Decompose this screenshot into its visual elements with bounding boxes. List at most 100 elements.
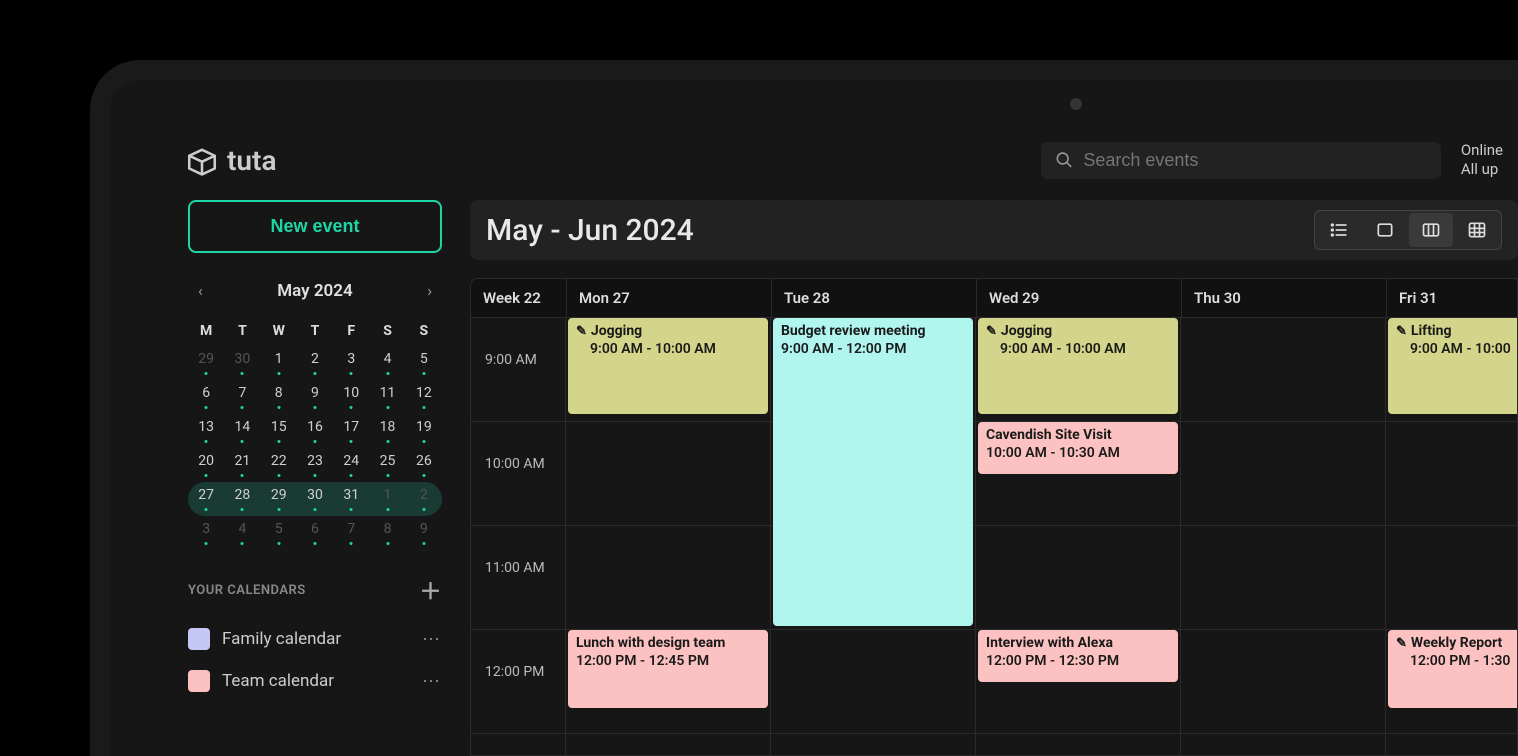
event-time: 9:00 AM - 10:00 AM (986, 341, 1170, 357)
day-header[interactable]: Thu 30 (1181, 279, 1386, 317)
mini-cal-day[interactable]: 14 (224, 414, 260, 448)
day-header[interactable]: Mon 27 (566, 279, 771, 317)
view-month-button[interactable] (1455, 213, 1499, 247)
mini-cal-day[interactable]: 8 (369, 516, 405, 550)
mini-calendar-header: ‹ May 2024 › (188, 277, 442, 304)
day-column[interactable]: Lifting 9:00 AM - 10:00 Weekly Report12:00… (1386, 318, 1518, 755)
day-column[interactable]: Jogging9:00 AM - 10:00 AM Lunch with desi… (566, 318, 771, 755)
mini-cal-day[interactable]: 9 (406, 516, 442, 550)
mini-cal-day[interactable]: 1 (369, 482, 405, 516)
mini-cal-day[interactable]: 27 (188, 482, 224, 516)
day-header[interactable]: Tue 28 (771, 279, 976, 317)
calendar-grid: Week 22 Mon 27Tue 28Wed 29Thu 30Fri 31 9… (470, 278, 1518, 756)
day-header-row: Week 22 Mon 27Tue 28Wed 29Thu 30Fri 31 (471, 279, 1517, 318)
list-icon (1328, 220, 1350, 240)
calendar-list: Family calendar⋯Team calendar⋯ (188, 618, 442, 702)
event-time: 12:00 PM - 12:45 PM (576, 653, 760, 669)
mini-cal-day[interactable]: 2 (297, 346, 333, 380)
search-box[interactable] (1041, 142, 1441, 179)
calendar-event[interactable]: Budget review meeting9:00 AM - 12:00 PM (773, 318, 973, 626)
status-text: Online All up (1461, 141, 1503, 180)
mini-cal-day[interactable]: 26 (406, 448, 442, 482)
mini-cal-day[interactable]: 19 (406, 414, 442, 448)
mini-cal-day[interactable]: 16 (297, 414, 333, 448)
day-column[interactable]: Jogging 9:00 AM - 10:00 AM Cavendish Site … (976, 318, 1181, 755)
mini-cal-day[interactable]: 28 (224, 482, 260, 516)
mini-cal-dow: T (297, 318, 333, 346)
calendar-event[interactable]: Cavendish Site Visit10:00 AM - 10:30 AM (978, 422, 1178, 474)
device-camera (1070, 98, 1082, 110)
mini-cal-day[interactable]: 13 (188, 414, 224, 448)
calendar-item[interactable]: Family calendar⋯ (188, 618, 442, 660)
calendar-event[interactable]: Lifting 9:00 AM - 10:00 (1388, 318, 1518, 414)
mini-cal-day[interactable]: 5 (406, 346, 442, 380)
day-column[interactable] (1181, 318, 1386, 755)
search-input[interactable] (1083, 150, 1427, 171)
mini-cal-day[interactable]: 6 (188, 380, 224, 414)
mini-cal-day[interactable]: 4 (369, 346, 405, 380)
grid-body: 9:00 AM10:00 AM11:00 AM12:00 PM Jogging9… (471, 318, 1517, 755)
mini-cal-day[interactable]: 2 (406, 482, 442, 516)
mini-cal-day[interactable]: 12 (406, 380, 442, 414)
calendar-color-swatch (188, 628, 210, 650)
event-title: Lifting (1396, 323, 1518, 339)
mini-cal-day[interactable]: 30 (224, 346, 260, 380)
mini-cal-day[interactable]: 24 (333, 448, 369, 482)
prev-month-button[interactable]: ‹ (194, 277, 207, 304)
mini-cal-day[interactable]: 6 (297, 516, 333, 550)
calendar-event[interactable]: Weekly Report12:00 PM - 1:30 (1388, 630, 1518, 708)
calendar-menu-button[interactable]: ⋯ (422, 671, 442, 692)
status-line-1: Online (1461, 141, 1503, 161)
day-header[interactable]: Wed 29 (976, 279, 1181, 317)
mini-cal-day[interactable]: 29 (261, 482, 297, 516)
mini-cal-day[interactable]: 21 (224, 448, 260, 482)
view-week-button[interactable] (1409, 213, 1453, 247)
mini-cal-day[interactable]: 20 (188, 448, 224, 482)
view-switcher (1314, 210, 1502, 250)
time-column: 9:00 AM10:00 AM11:00 AM12:00 PM (471, 318, 566, 755)
logo-icon (185, 143, 219, 177)
mini-cal-day[interactable]: 25 (369, 448, 405, 482)
mini-cal-day[interactable]: 5 (261, 516, 297, 550)
view-day-button[interactable] (1363, 213, 1407, 247)
mini-calendar-month: May 2024 (277, 281, 352, 301)
mini-cal-day[interactable]: 11 (369, 380, 405, 414)
mini-cal-day[interactable]: 7 (224, 380, 260, 414)
mini-cal-day[interactable]: 7 (333, 516, 369, 550)
mini-cal-day[interactable]: 1 (261, 346, 297, 380)
mini-cal-day[interactable]: 30 (297, 482, 333, 516)
mini-cal-day[interactable]: 3 (333, 346, 369, 380)
mini-cal-day[interactable]: 8 (261, 380, 297, 414)
event-title: Lunch with design team (576, 635, 760, 651)
mini-cal-dow: M (188, 318, 224, 346)
mini-cal-day[interactable]: 4 (224, 516, 260, 550)
next-month-button[interactable]: › (423, 277, 436, 304)
mini-cal-day[interactable]: 15 (261, 414, 297, 448)
mini-cal-day[interactable]: 3 (188, 516, 224, 550)
mini-cal-day[interactable]: 17 (333, 414, 369, 448)
day-column[interactable]: Budget review meeting9:00 AM - 12:00 PM (771, 318, 976, 755)
mini-cal-day[interactable]: 10 (333, 380, 369, 414)
add-calendar-button[interactable]: ＋ (419, 574, 442, 606)
calendar-menu-button[interactable]: ⋯ (422, 629, 442, 650)
time-slot-label: 10:00 AM (471, 422, 565, 526)
calendar-event[interactable]: Interview with Alexa12:00 PM - 12:30 PM (978, 630, 1178, 682)
mini-cal-day[interactable]: 22 (261, 448, 297, 482)
mini-cal-day[interactable]: 31 (333, 482, 369, 516)
calendar-item[interactable]: Team calendar⋯ (188, 660, 442, 702)
mini-cal-day[interactable]: 23 (297, 448, 333, 482)
status-line-2: All up (1461, 160, 1503, 180)
search-icon (1055, 150, 1073, 170)
new-event-button[interactable]: New event (188, 200, 442, 253)
mini-cal-day[interactable]: 18 (369, 414, 405, 448)
calendar-event[interactable]: Jogging9:00 AM - 10:00 AM (568, 318, 768, 414)
calendar-event[interactable]: Jogging 9:00 AM - 10:00 AM (978, 318, 1178, 414)
event-time: 9:00 AM - 10:00 (1396, 341, 1518, 357)
event-title: Jogging (986, 323, 1170, 339)
day-icon (1374, 220, 1396, 240)
mini-cal-day[interactable]: 9 (297, 380, 333, 414)
calendar-event[interactable]: Lunch with design team 12:00 PM - 12:45 P… (568, 630, 768, 708)
day-header[interactable]: Fri 31 (1386, 279, 1518, 317)
view-agenda-button[interactable] (1317, 213, 1361, 247)
mini-cal-day[interactable]: 29 (188, 346, 224, 380)
